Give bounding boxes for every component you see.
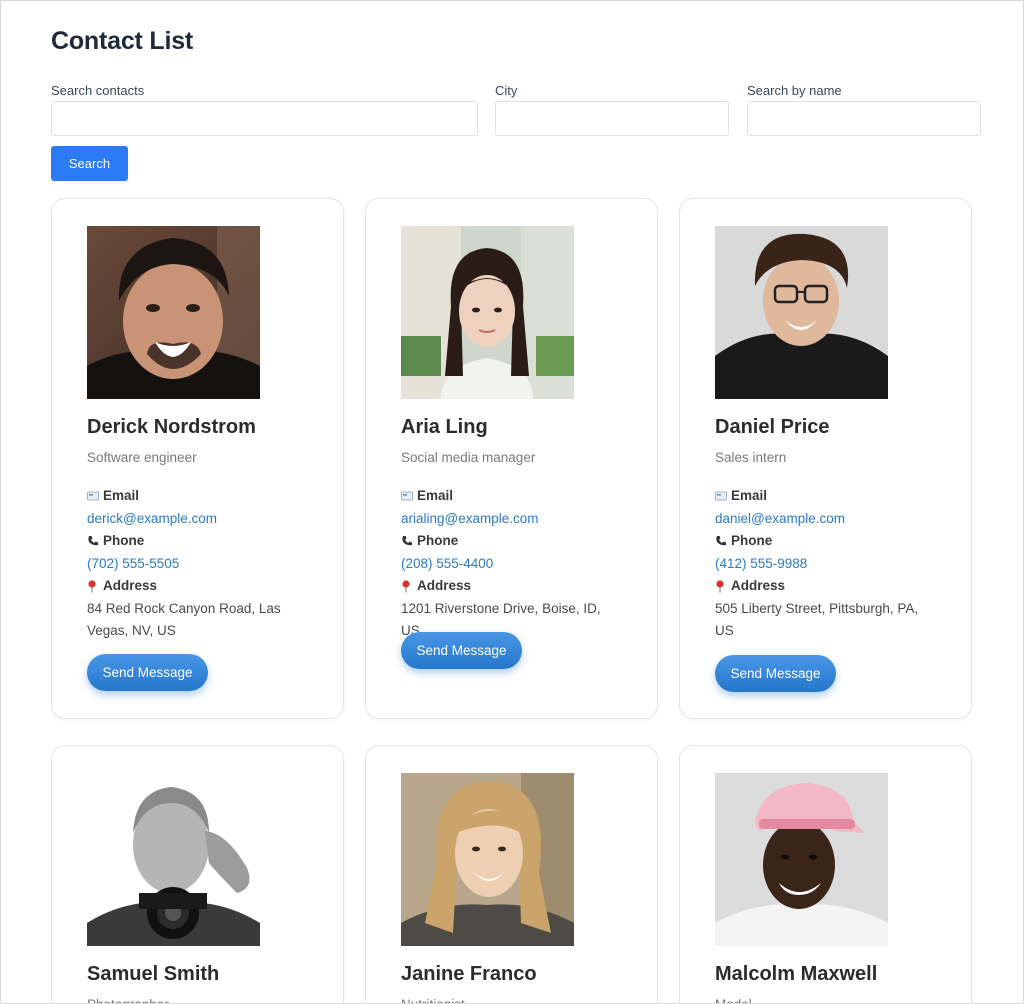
pin-icon bbox=[715, 580, 731, 593]
email-link[interactable]: derick@example.com bbox=[87, 508, 307, 531]
address-row: Address bbox=[401, 575, 621, 598]
contact-card: Aria Ling Social media manager Email ari… bbox=[365, 198, 658, 719]
photographer-portrait-image bbox=[87, 773, 260, 946]
search-by-name-input[interactable] bbox=[747, 101, 981, 136]
contact-card: Malcolm Maxwell Model bbox=[679, 745, 972, 1003]
phone-label: Phone bbox=[103, 533, 145, 548]
contact-role: Nutritionist bbox=[401, 997, 465, 1003]
page-title: Contact List bbox=[51, 27, 194, 55]
pin-icon bbox=[87, 580, 103, 593]
phone-icon bbox=[87, 535, 103, 547]
contact-name: Malcolm Maxwell bbox=[715, 963, 878, 985]
contact-role: Photographer bbox=[87, 997, 169, 1003]
address-label: Address bbox=[417, 578, 472, 593]
phone-row: Phone bbox=[87, 530, 307, 553]
contact-photo bbox=[401, 226, 574, 399]
contact-card: Daniel Price Sales intern Email daniel@e… bbox=[679, 198, 972, 719]
email-label: Email bbox=[103, 488, 140, 503]
contact-photo bbox=[715, 226, 888, 399]
phone-link[interactable]: (412) 555-9988 bbox=[715, 553, 935, 576]
search-contacts-label: Search contacts bbox=[51, 83, 145, 98]
address-text: 505 Liberty Street, Pittsburgh, PA, US bbox=[715, 600, 919, 639]
contact-details: Email daniel@example.com Phone (412) 555… bbox=[715, 485, 935, 643]
address-row: Address bbox=[87, 575, 307, 598]
contact-role: Social media manager bbox=[401, 450, 536, 465]
contact-card: Samuel Smith Photographer bbox=[51, 745, 344, 1003]
email-row: Email bbox=[401, 485, 621, 508]
contact-card: Derick Nordstrom Software engineer Email… bbox=[51, 198, 344, 719]
contact-role: Sales intern bbox=[715, 450, 787, 465]
contact-details: Email derick@example.com Phone (702) 555… bbox=[87, 485, 307, 643]
phone-row: Phone bbox=[401, 530, 621, 553]
send-message-button[interactable]: Send Message bbox=[715, 655, 836, 692]
send-message-button[interactable]: Send Message bbox=[87, 654, 208, 691]
woman-portrait-image bbox=[401, 226, 574, 399]
contact-photo bbox=[401, 773, 574, 946]
send-message-button[interactable]: Send Message bbox=[401, 632, 522, 669]
phone-label: Phone bbox=[417, 533, 459, 548]
man-with-glasses-portrait-image bbox=[715, 226, 888, 399]
email-icon bbox=[87, 491, 103, 501]
contact-photo bbox=[715, 773, 888, 946]
page-frame: Contact List Search contacts City Search… bbox=[0, 0, 1024, 1004]
address-label: Address bbox=[103, 578, 158, 593]
email-link[interactable]: arialing@example.com bbox=[401, 508, 621, 531]
city-input[interactable] bbox=[495, 101, 729, 136]
address-label: Address bbox=[731, 578, 786, 593]
contact-name: Janine Franco bbox=[401, 963, 537, 985]
contact-photo bbox=[87, 226, 260, 399]
email-row: Email bbox=[87, 485, 307, 508]
city-label: City bbox=[495, 83, 518, 98]
contact-card: Janine Franco Nutritionist bbox=[365, 745, 658, 1003]
contact-photo bbox=[87, 773, 260, 946]
contact-role: Software engineer bbox=[87, 450, 197, 465]
contact-name: Daniel Price bbox=[715, 416, 830, 438]
email-link[interactable]: daniel@example.com bbox=[715, 508, 935, 531]
phone-row: Phone bbox=[715, 530, 935, 553]
phone-icon bbox=[401, 535, 417, 547]
email-row: Email bbox=[715, 485, 935, 508]
contact-name: Samuel Smith bbox=[87, 963, 220, 985]
man-portrait-image bbox=[87, 226, 260, 399]
phone-label: Phone bbox=[731, 533, 773, 548]
email-label: Email bbox=[417, 488, 454, 503]
phone-link[interactable]: (702) 555-5505 bbox=[87, 553, 307, 576]
email-icon bbox=[715, 491, 731, 501]
phone-icon bbox=[715, 535, 731, 547]
email-icon bbox=[401, 491, 417, 501]
search-button[interactable]: Search bbox=[51, 146, 128, 181]
phone-link[interactable]: (208) 555-4400 bbox=[401, 553, 621, 576]
pin-icon bbox=[401, 580, 417, 593]
contact-role: Model bbox=[715, 997, 752, 1003]
contact-name: Aria Ling bbox=[401, 416, 488, 438]
address-text: 84 Red Rock Canyon Road, Las Vegas, NV, … bbox=[87, 600, 281, 639]
contact-details: Email arialing@example.com Phone (208) 5… bbox=[401, 485, 621, 643]
search-contacts-input[interactable] bbox=[51, 101, 478, 136]
man-with-pink-cap-portrait-image bbox=[715, 773, 888, 946]
blonde-woman-portrait-image bbox=[401, 773, 574, 946]
email-label: Email bbox=[731, 488, 768, 503]
search-by-name-label: Search by name bbox=[747, 83, 842, 98]
address-row: Address bbox=[715, 575, 935, 598]
contact-name: Derick Nordstrom bbox=[87, 416, 256, 438]
